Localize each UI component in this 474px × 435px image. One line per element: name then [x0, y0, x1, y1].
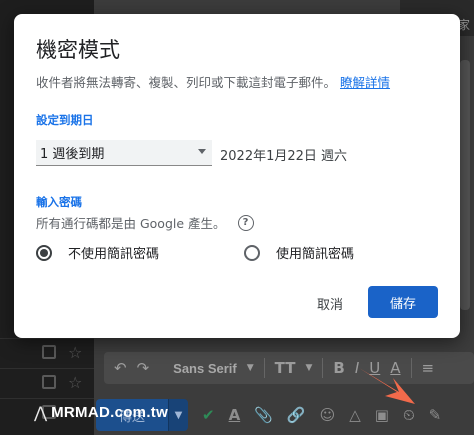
dialog-title: 機密模式 — [36, 38, 120, 62]
expiry-date: 2022年1月22日 週六 — [220, 149, 348, 164]
sms-label: 使用簡訊密碼 — [276, 247, 355, 262]
caret-down-icon — [198, 149, 206, 154]
no-sms-label: 不使用簡訊密碼 — [68, 247, 160, 262]
toolbar-divider — [322, 358, 324, 378]
row-checkbox[interactable] — [42, 345, 56, 359]
expiry-select[interactable]: 1 週後到期 — [36, 140, 212, 166]
radio-sms[interactable] — [244, 244, 260, 261]
bold-icon[interactable]: B — [333, 359, 344, 377]
passcode-note: 所有通行碼都是由 Google 產生。 ? — [36, 213, 254, 232]
sms-option[interactable]: 使用簡訊密碼 — [244, 243, 354, 262]
save-button[interactable]: 儲存 — [368, 286, 438, 318]
inbox-row: ☆ — [0, 338, 94, 368]
watermark: ⋀ MRMAD.com.tw — [34, 403, 168, 422]
watermark-text: MRMAD.com.tw — [51, 404, 169, 421]
schedule-send-icon[interactable]: ✔ — [202, 406, 215, 424]
signature-icon[interactable]: ✎ — [429, 406, 442, 424]
no-sms-option[interactable]: 不使用簡訊密碼 — [36, 243, 159, 262]
dialog-description: 收件者將無法轉寄、複製、列印或下載這封電子郵件。 瞭解詳情 — [36, 72, 390, 91]
passcode-note-text: 所有通行碼都是由 Google 產生。 — [36, 216, 226, 231]
attach-icon[interactable]: 📎 — [254, 406, 273, 424]
expiry-value: 1 週後到期 — [40, 147, 105, 162]
pointer-arrow-icon — [359, 368, 415, 404]
confidential-mode-dialog: 機密模式 收件者將無法轉寄、複製、列印或下載這封電子郵件。 瞭解詳情 設定到期日… — [14, 14, 460, 338]
send-options-button[interactable]: ▼ — [168, 399, 188, 431]
passcode-label: 輸入密碼 — [36, 195, 82, 209]
undo-icon[interactable]: ↶ — [114, 359, 127, 377]
watermark-logo-icon: ⋀ — [34, 403, 48, 422]
format-options-icon[interactable]: A — [229, 406, 241, 424]
help-icon[interactable]: ? — [237, 214, 254, 231]
learn-more-link[interactable]: 瞭解詳情 — [340, 75, 390, 90]
description-text: 收件者將無法轉寄、複製、列印或下載這封電子郵件。 — [36, 75, 337, 90]
inbox-row: ☆ — [0, 368, 94, 398]
chevron-down-icon[interactable]: ▼ — [247, 363, 254, 373]
star-icon[interactable]: ☆ — [68, 375, 82, 391]
emoji-icon[interactable]: ☺ — [320, 406, 336, 424]
font-select[interactable]: Sans Serif — [173, 361, 237, 376]
text-size-icon[interactable]: TT — [275, 359, 296, 377]
star-icon[interactable]: ☆ — [68, 345, 82, 361]
link-icon[interactable]: 🔗 — [287, 406, 306, 424]
radio-no-sms[interactable] — [36, 244, 52, 261]
expiry-label: 設定到期日 — [36, 113, 94, 127]
toolbar-divider — [263, 358, 265, 378]
row-checkbox[interactable] — [42, 375, 56, 389]
redo-icon[interactable]: ↷ — [137, 359, 150, 377]
scrollbar[interactable] — [460, 60, 470, 310]
chevron-down-icon[interactable]: ▼ — [305, 363, 312, 373]
cancel-button[interactable]: 取消 — [304, 288, 356, 318]
